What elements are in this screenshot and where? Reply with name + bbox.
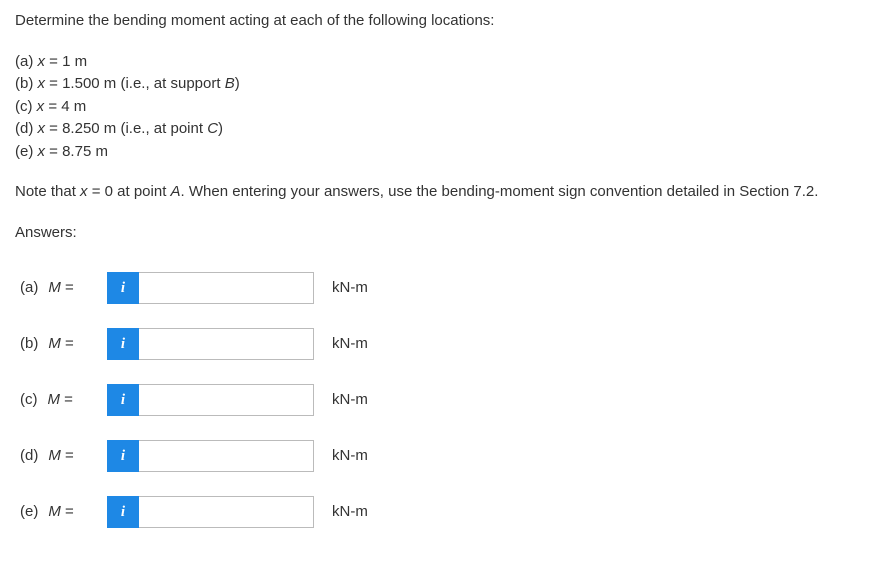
answer-label-a: (a)M = — [15, 277, 107, 300]
answer-input-d[interactable] — [139, 440, 314, 472]
answer-label-d: (d)M = — [15, 445, 107, 468]
info-icon[interactable]: i — [107, 272, 139, 304]
answer-input-c[interactable] — [139, 384, 314, 416]
answer-row-b: (b)M = i kN-m — [15, 328, 881, 360]
unit-label: kN-m — [332, 277, 368, 300]
info-icon[interactable]: i — [107, 440, 139, 472]
unit-label: kN-m — [332, 389, 368, 412]
answer-label-b: (b)M = — [15, 333, 107, 356]
locations-list: (a) x = 1 m (b) x = 1.500 m (i.e., at su… — [15, 51, 881, 164]
info-icon[interactable]: i — [107, 496, 139, 528]
location-e: (e) x = 8.75 m — [15, 141, 881, 164]
answer-row-d: (d)M = i kN-m — [15, 440, 881, 472]
question-intro: Determine the bending moment acting at e… — [15, 10, 881, 33]
answer-input-b[interactable] — [139, 328, 314, 360]
answer-row-c: (c)M = i kN-m — [15, 384, 881, 416]
answer-label-c: (c)M = — [15, 389, 107, 412]
note-text: Note that x = 0 at point A. When enterin… — [15, 181, 881, 204]
location-d: (d) x = 8.250 m (i.e., at point C) — [15, 118, 881, 141]
unit-label: kN-m — [332, 333, 368, 356]
info-icon[interactable]: i — [107, 328, 139, 360]
info-icon[interactable]: i — [107, 384, 139, 416]
location-c: (c) x = 4 m — [15, 96, 881, 119]
answer-row-e: (e)M = i kN-m — [15, 496, 881, 528]
answers-title: Answers: — [15, 222, 881, 245]
answer-input-e[interactable] — [139, 496, 314, 528]
answer-label-e: (e)M = — [15, 501, 107, 524]
location-a: (a) x = 1 m — [15, 51, 881, 74]
answer-row-a: (a)M = i kN-m — [15, 272, 881, 304]
unit-label: kN-m — [332, 501, 368, 524]
unit-label: kN-m — [332, 445, 368, 468]
answer-input-a[interactable] — [139, 272, 314, 304]
location-b: (b) x = 1.500 m (i.e., at support B) — [15, 73, 881, 96]
